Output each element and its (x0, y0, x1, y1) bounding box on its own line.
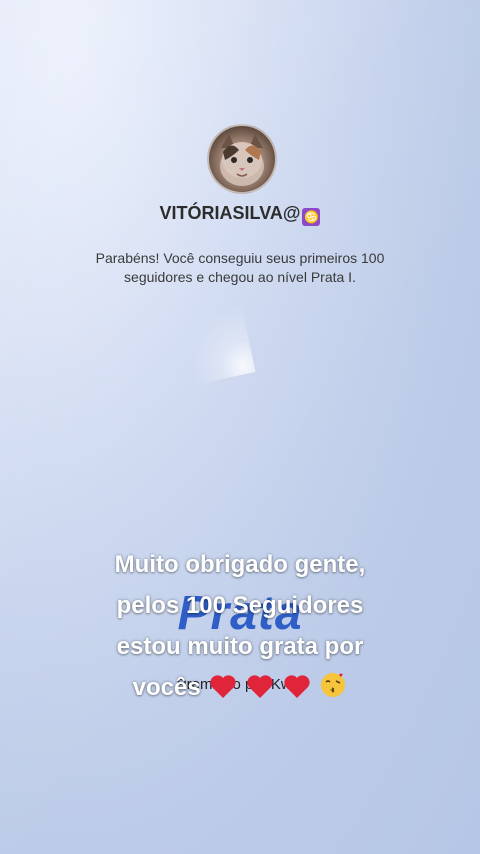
heart-icon (247, 675, 273, 698)
caption-line-1: Muito obrigado gente, (114, 551, 366, 578)
caption-line-2: pelos 100 Seguidores (116, 592, 364, 619)
caption-line-3: estou muito grata por (116, 633, 364, 660)
caption-line-4: vocês (70, 667, 410, 708)
username: VITÓRIASILVA@ ♋ (0, 203, 480, 226)
caption-line-4-text: vocês (132, 674, 201, 701)
heart-icon (210, 675, 236, 698)
avatar[interactable] (207, 124, 277, 194)
cat-photo-icon (220, 134, 264, 186)
cancer-zodiac-icon: ♋ (302, 208, 321, 226)
heart-icon (284, 675, 310, 698)
kissing-face-icon (321, 673, 346, 697)
achievement-message: Parabéns! Você conseguiu seus primeiros … (95, 250, 385, 285)
username-text: VITÓRIASILVA@ (159, 203, 301, 223)
story-caption: Muito obrigado gente, pelos 100 Seguidor… (70, 544, 410, 708)
